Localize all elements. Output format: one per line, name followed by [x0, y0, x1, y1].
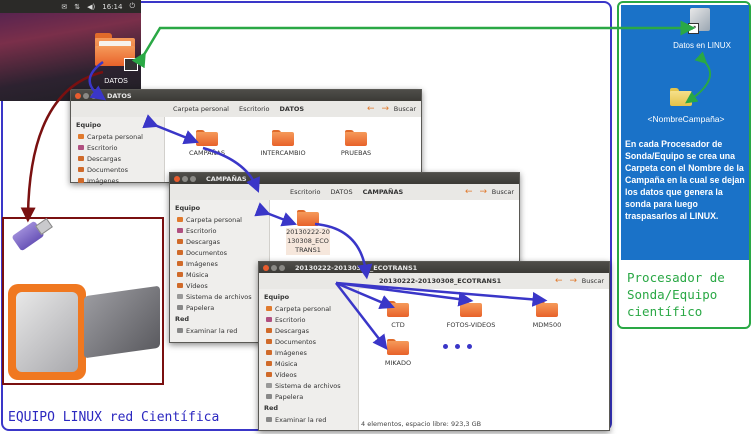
green-folder-arrow — [685, 51, 712, 104]
green-sync-arrow — [131, 20, 696, 69]
blue-arrow-campanas — [142, 114, 199, 145]
flow-arrows — [20, 20, 712, 350]
blue-arrow-to-win3 — [314, 222, 373, 280]
blue-arrow-to-win2 — [202, 146, 260, 193]
red-usb-arrow — [20, 70, 104, 223]
blue-arrow-datos — [88, 60, 107, 101]
blue-arrow-ecotrans — [254, 202, 298, 227]
